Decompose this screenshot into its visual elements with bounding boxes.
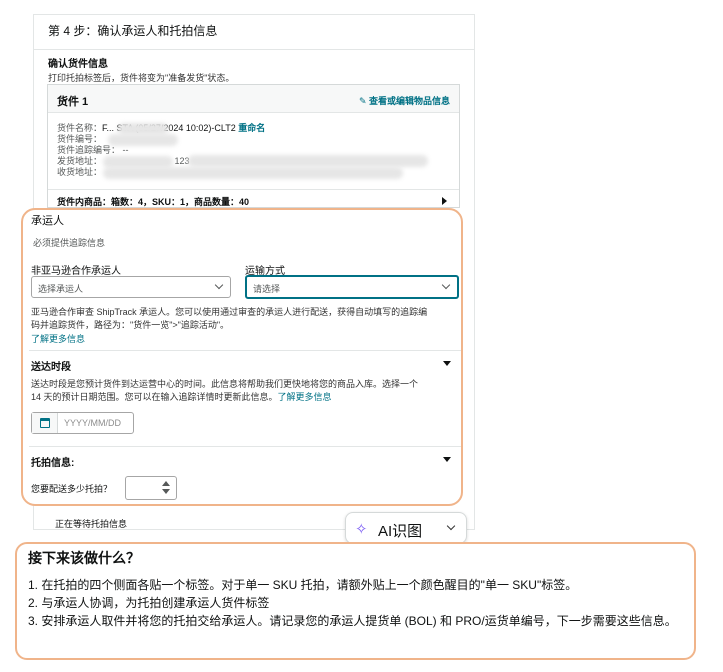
redaction [103,167,403,179]
edit-items-link[interactable]: ✎ 查看或编辑物品信息 [359,94,450,107]
calendar-icon [40,418,50,428]
carrier-section: 承运人 必须提供追踪信息 非亚马逊合作承运人 选择承运人 运输方式 请选择 亚马… [21,208,463,506]
chevron-down-icon [214,280,224,290]
shipment-id-label: 货件编号： [57,134,103,144]
divider [29,446,461,447]
next-steps-list: 1. 在托拍的四个侧面各贴一个标签。对于单一 SKU 托拍，请额外贴上一个颜色醒… [28,576,688,630]
rename-link[interactable]: 重命名 [238,123,265,133]
carrier-learn-more-link[interactable]: 了解更多信息 [31,332,85,345]
noncarrier-label: 非亚马逊合作承运人 [31,266,121,277]
decrement-icon[interactable] [162,489,170,494]
carrier-desc-line2: 码并追踪货件，路径为："货件一览">"追踪活动"。 [31,320,230,330]
carrier-desc-line1: 亚马逊合作审查 ShipTrack 承运人。您可以使用通过审查的承运人进行配送，… [31,307,428,317]
collapse-arrow-icon[interactable] [443,457,451,462]
calendar-button[interactable] [32,413,58,433]
delivery-desc-line2: 14 天的预计日期范围。您可以在输入追踪详情时更新此信息。了解更多信息 [31,391,451,404]
carrier-description: 亚马逊合作审查 ShipTrack 承运人。您可以使用通过审查的承运人进行配送，… [31,306,451,332]
divider [48,189,459,190]
next-step-item: 1. 在托拍的四个侧面各贴一个标签。对于单一 SKU 托拍，请额外贴上一个颜色醒… [28,578,578,592]
carrier-required-note: 必须提供追踪信息 [33,238,106,248]
next-step-item: 3. 安排承运人取件并将您的托拍交给承运人。请记录您的承运人提货单 (BOL) … [28,614,677,628]
delivery-description: 送达时段是您预计货件到达运营中心的时间。此信息将帮助我们更快地将您的商品入库。选… [31,378,451,404]
delivery-desc-text: 14 天的预计日期范围。您可以在输入追踪详情时更新此信息。 [31,392,278,402]
to-address-row: 收货地址： [57,167,102,178]
shipment-card: 货件 1 ✎ 查看或编辑物品信息 货件名称：F... STA (05/27/20… [47,84,460,208]
ai-recognize-button[interactable]: ✧ AI识图 [345,512,467,544]
tracking-value: -- [122,145,129,155]
collapse-arrow-icon[interactable] [443,361,451,366]
ai-recognize-label: AI识图 [378,523,423,540]
pallet-question: 您要配送多少托拍？ [31,484,113,494]
divider [29,350,461,351]
pallet-info-title: 托拍信息: [31,458,75,469]
delivery-window-title: 送达时段 [31,362,71,373]
delivery-desc-line1: 送达时段是您预计货件到达运营中心的时间。此信息将帮助我们更快地将您的商品入库。选… [31,379,419,389]
next-steps-panel: 接下来该做什么？ 1. 在托拍的四个侧面各贴一个标签。对于单一 SKU 托拍，请… [15,542,696,660]
step-title: 第 4 步：确认承运人和托拍信息 [48,24,218,38]
carrier-title: 承运人 [31,215,64,227]
expand-arrow-icon[interactable] [442,197,447,205]
shipment-contents[interactable]: 货件内商品：箱数：4，SKU：1，商品数量：40 [57,195,249,208]
confirm-title: 确认货件信息 [48,59,108,70]
to-address-label: 收货地址： [57,167,103,177]
chevron-down-icon [441,280,451,290]
carrier-select[interactable]: 选择承运人 [31,276,231,298]
redaction [108,134,178,146]
spin-buttons[interactable] [161,481,171,495]
edit-items-label: 查看或编辑物品信息 [368,96,450,106]
waiting-pallet-info: 正在等待托拍信息 [55,519,128,529]
tracking-row: 货件追踪编号： -- [57,145,129,156]
confirm-subtitle: 打印托拍标签后，货件将变为"准备发货"状态。 [48,73,235,83]
from-address-label: 发货地址： [57,156,103,166]
increment-icon[interactable] [162,481,170,486]
shipment-id-row: 货件编号： [57,134,102,145]
chevron-down-icon[interactable] [446,521,456,531]
sparkle-icon: ✧ [355,521,368,538]
shipment-header: 货件 1 ✎ 查看或编辑物品信息 [48,85,459,113]
next-step-item: 2. 与承运人协调，为托拍创建承运人货件标签 [28,596,270,610]
delivery-learn-more-link[interactable]: 了解更多信息 [278,392,332,402]
pallet-quantity-stepper[interactable] [125,476,177,500]
pencil-icon: ✎ [358,96,369,106]
divider [34,49,474,50]
shipment-name-label: 货件名称： [57,123,103,133]
shipping-mode-select[interactable]: 请选择 [245,275,459,299]
carrier-select-placeholder: 选择承运人 [38,284,84,294]
tracking-label: 货件追踪编号： [57,145,121,155]
date-input[interactable]: YYYY/MM/DD [31,412,134,434]
next-steps-title: 接下来该做什么？ [28,550,140,566]
redaction [188,155,428,167]
shipping-mode-placeholder: 请选择 [253,284,281,294]
date-placeholder: YYYY/MM/DD [64,418,122,428]
shipment-title: 货件 1 [57,96,89,108]
